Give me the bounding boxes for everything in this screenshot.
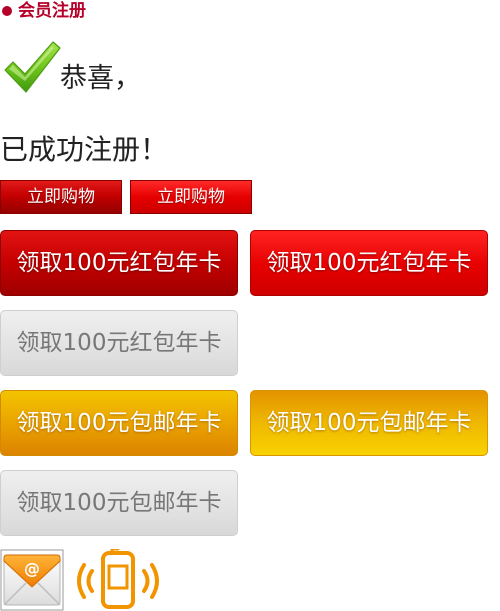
claim-red-envelope-button[interactable]: 领取100元红包年卡 <box>0 230 238 296</box>
email-icon[interactable]: @ <box>0 549 64 611</box>
claim-red-envelope-button-disabled[interactable]: 领取100元红包年卡 <box>0 310 238 376</box>
mobile-phone-icon[interactable] <box>76 549 160 611</box>
section-header: 会员注册 <box>2 0 86 22</box>
buy-now-button[interactable]: 立即购物 <box>0 180 122 214</box>
svg-text:@: @ <box>24 559 40 578</box>
bullet-icon <box>2 6 12 16</box>
congrats-text: 恭喜， <box>60 63 141 94</box>
claim-red-envelope-button-hover[interactable]: 领取100元红包年卡 <box>250 230 488 296</box>
checkmark-icon <box>4 41 61 93</box>
claim-free-shipping-button[interactable]: 领取100元包邮年卡 <box>0 390 238 456</box>
buy-now-button-hover[interactable]: 立即购物 <box>130 180 252 214</box>
registered-text: 已成功注册！ <box>0 133 169 166</box>
section-title: 会员注册 <box>18 1 86 21</box>
claim-free-shipping-button-disabled[interactable]: 领取100元包邮年卡 <box>0 470 238 536</box>
claim-free-shipping-button-hover[interactable]: 领取100元包邮年卡 <box>250 390 488 456</box>
